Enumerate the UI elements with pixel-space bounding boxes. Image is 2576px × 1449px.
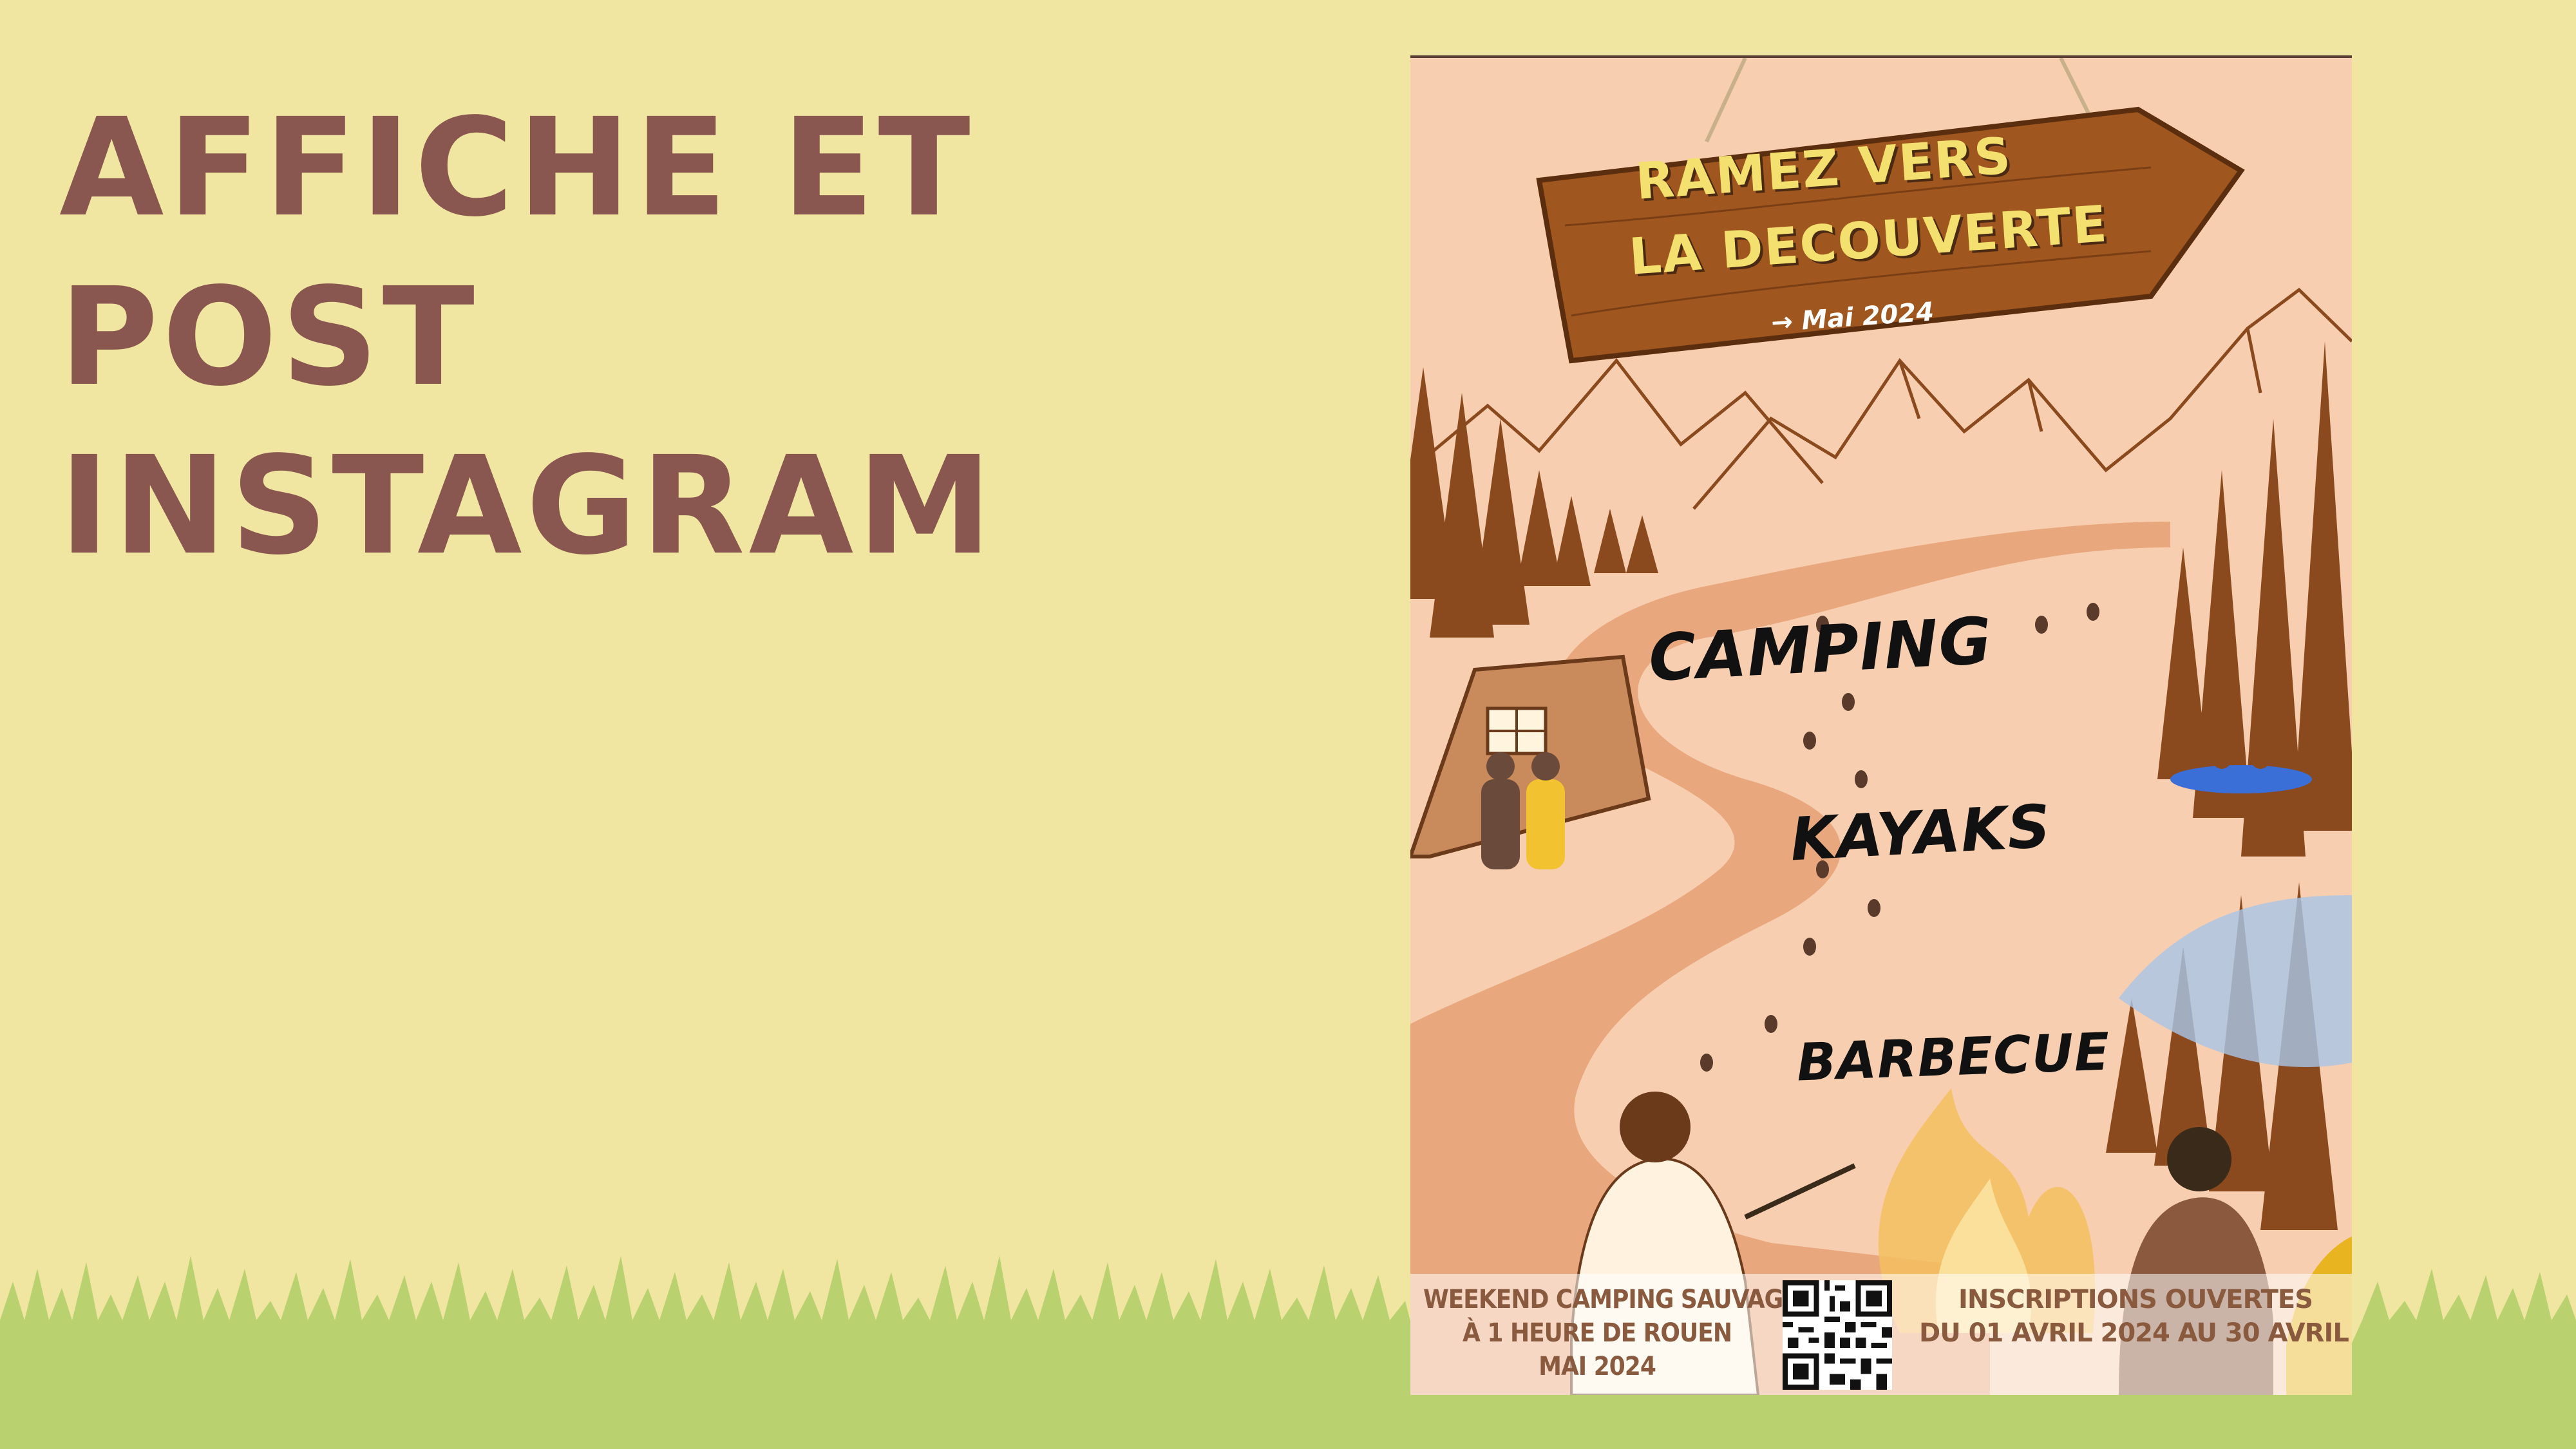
activity-label-barbecue: Barbecue [1795, 1021, 2111, 1093]
slide-title-line-2: instagram [59, 427, 996, 585]
registration-line-2: du 01 avril 2024 au 30 avril 2024 [1919, 1318, 2352, 1348]
slide-title: Affiche et post instagram [59, 84, 1347, 591]
event-details: Weekend camping sauvage à 1 heure de Rou… [1423, 1283, 1799, 1383]
qr-code[interactable] [1783, 1280, 1892, 1390]
slide-title-line-1: Affiche et post [59, 89, 974, 416]
registration-details: Inscriptions ouvertes du 01 avril 2024 a… [1919, 1283, 2352, 1350]
registration-line-1: Inscriptions ouvertes [1958, 1285, 2313, 1314]
lake [2119, 895, 2352, 1067]
event-poster: Ramez vers la decouverte → Mai 2024 Camp… [1410, 55, 2352, 1395]
event-details-line-3: Mai 2024 [1539, 1352, 1656, 1381]
event-details-line-2: à 1 heure de Rouen [1463, 1318, 1732, 1348]
event-details-line-1: Weekend camping sauvage [1423, 1285, 1799, 1314]
activity-label-kayaks: Kayaks [1788, 791, 2053, 875]
left-forest [1410, 367, 1658, 638]
poster-info-band: Weekend camping sauvage à 1 heure de Rou… [1410, 1274, 2352, 1395]
